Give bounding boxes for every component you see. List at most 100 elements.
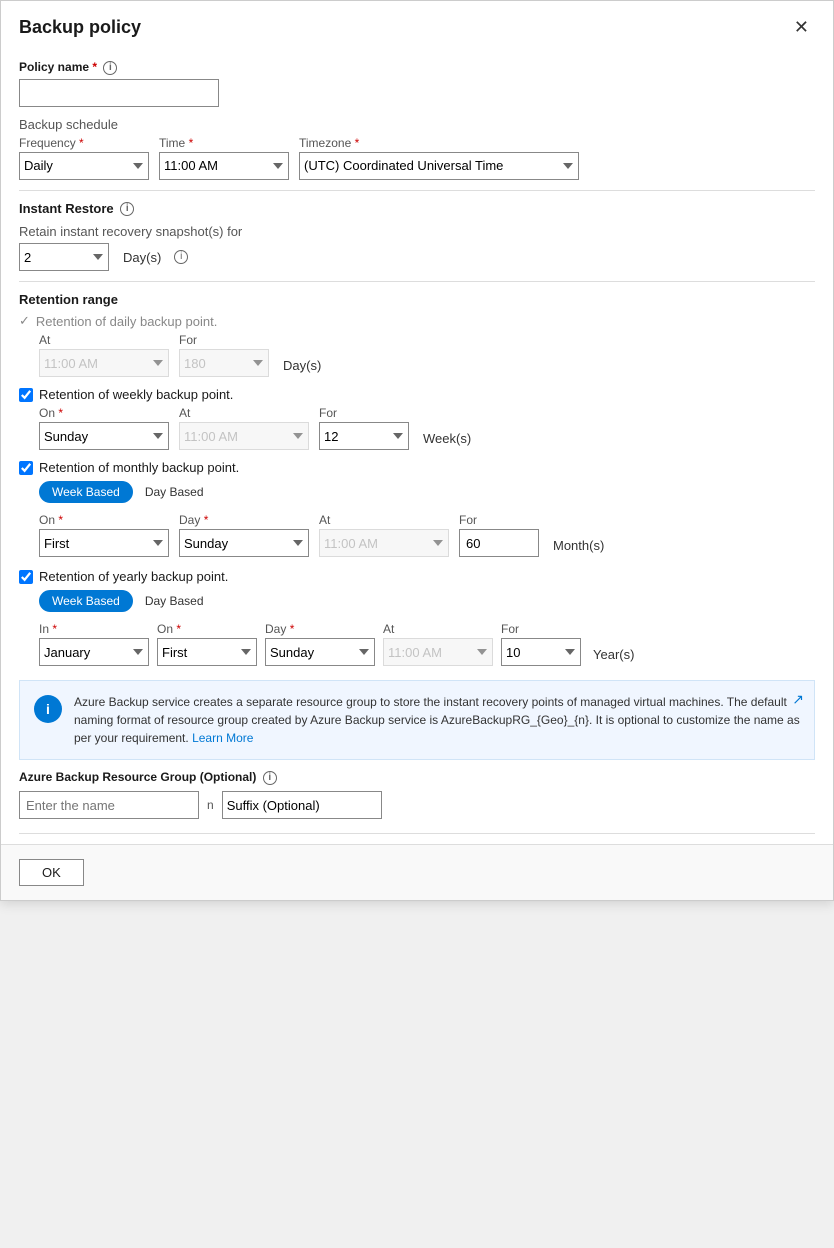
- yearly-at-label: At: [383, 622, 493, 636]
- monthly-on-select[interactable]: FirstSecondThirdFourthLast: [39, 529, 169, 557]
- frequency-label: Frequency *: [19, 136, 149, 150]
- resource-group-section: Azure Backup Resource Group (Optional) i…: [19, 770, 815, 819]
- monthly-toggle-group: Week Based Day Based: [39, 481, 815, 503]
- daily-at-select: 11:00 AM: [39, 349, 169, 377]
- monthly-for-input[interactable]: [459, 529, 539, 557]
- weekly-at-label: At: [179, 406, 309, 420]
- dialog-header: Backup policy ✕: [1, 1, 833, 50]
- yearly-for-label: For: [501, 622, 581, 636]
- weekly-on-select[interactable]: SundayMondayTuesdayWednesdayThursdayFrid…: [39, 422, 169, 450]
- monthly-week-based-btn[interactable]: Week Based: [39, 481, 133, 503]
- weekly-on-field: On * SundayMondayTuesdayWednesdayThursda…: [39, 406, 169, 450]
- policy-name-section: Policy name * i: [19, 60, 815, 107]
- yearly-checkbox[interactable]: [19, 570, 33, 584]
- instant-restore-section: Instant Restore i Retain instant recover…: [19, 201, 815, 272]
- backup-schedule-label: Backup schedule: [19, 117, 815, 132]
- snapshot-days-unit: Day(s): [123, 250, 161, 265]
- monthly-at-field: At 11:00 AM: [319, 513, 449, 557]
- monthly-for-field: For: [459, 513, 539, 557]
- monthly-on-field: On * FirstSecondThirdFourthLast: [39, 513, 169, 557]
- time-select[interactable]: 11:00 AM 12:00 PM: [159, 152, 289, 180]
- retention-range-title: Retention range: [19, 292, 815, 307]
- snapshot-days-info-icon[interactable]: i: [174, 250, 188, 264]
- weekly-check-row: Retention of weekly backup point.: [19, 387, 815, 402]
- monthly-fields-row: On * FirstSecondThirdFourthLast Day * Su…: [39, 513, 815, 557]
- monthly-checkbox[interactable]: [19, 461, 33, 475]
- divider-footer-top: [19, 833, 815, 834]
- backup-schedule-section: Backup schedule Frequency * Daily Weekly…: [19, 117, 815, 180]
- frequency-select[interactable]: Daily Weekly: [19, 152, 149, 180]
- yearly-check-label: Retention of yearly backup point.: [39, 569, 228, 584]
- weekly-on-label: On *: [39, 406, 169, 420]
- weekly-fields-row: On * SundayMondayTuesdayWednesdayThursda…: [39, 406, 815, 450]
- learn-more-link[interactable]: Learn More: [192, 731, 253, 745]
- close-button[interactable]: ✕: [788, 15, 815, 40]
- weekly-at-field: At 11:00 AM: [179, 406, 309, 450]
- retain-snapshot-label: Retain instant recovery snapshot(s) for: [19, 224, 815, 239]
- policy-name-label: Policy name * i: [19, 60, 815, 75]
- yearly-on-select[interactable]: FirstSecondThirdFourthLast: [157, 638, 257, 666]
- retention-range-section: Retention range ✓ Retention of daily bac…: [19, 292, 815, 666]
- yearly-week-based-btn[interactable]: Week Based: [39, 590, 133, 612]
- external-link-icon[interactable]: ↗: [792, 691, 804, 708]
- yearly-unit: Year(s): [593, 647, 634, 666]
- monthly-day-select[interactable]: SundayMondayTuesdayWednesdayThursdayFrid…: [179, 529, 309, 557]
- required-star: *: [92, 60, 97, 74]
- timezone-select[interactable]: (UTC) Coordinated Universal Time (UTC+01…: [299, 152, 579, 180]
- dialog-footer: OK: [1, 844, 833, 900]
- yearly-toggle-group: Week Based Day Based: [39, 590, 815, 612]
- weekly-checkbox[interactable]: [19, 388, 33, 402]
- dialog-body: Policy name * i Backup schedule Frequenc…: [1, 50, 833, 844]
- monthly-day-label: Day *: [179, 513, 309, 527]
- yearly-on-label: On *: [157, 622, 257, 636]
- info-box: i Azure Backup service creates a separat…: [19, 680, 815, 760]
- daily-for-field: For 180: [179, 333, 269, 377]
- policy-name-info-icon[interactable]: i: [103, 61, 117, 75]
- yearly-for-select[interactable]: 1051520: [501, 638, 581, 666]
- weekly-check-label: Retention of weekly backup point.: [39, 387, 233, 402]
- instant-restore-info-icon[interactable]: i: [120, 202, 134, 216]
- info-box-icon: i: [34, 695, 62, 723]
- timezone-label: Timezone *: [299, 136, 579, 150]
- snapshot-days-select[interactable]: 21345: [19, 243, 109, 271]
- yearly-in-field: In * JanuaryFebruaryMarchAprilMayJuneJul…: [39, 622, 149, 666]
- yearly-day-select[interactable]: SundayMondayTuesdayWednesdayThursdayFrid…: [265, 638, 375, 666]
- yearly-in-select[interactable]: JanuaryFebruaryMarchAprilMayJuneJulyAugu…: [39, 638, 149, 666]
- resource-group-info-icon[interactable]: i: [263, 771, 277, 785]
- divider-instant-restore: [19, 190, 815, 191]
- yearly-day-field: Day * SundayMondayTuesdayWednesdayThursd…: [265, 622, 375, 666]
- suffix-select[interactable]: Suffix (Optional): [222, 791, 382, 819]
- monthly-on-label: On *: [39, 513, 169, 527]
- resource-group-label: Azure Backup Resource Group (Optional) i: [19, 770, 815, 785]
- yearly-check-row: Retention of yearly backup point.: [19, 569, 815, 584]
- daily-for-select: 180: [179, 349, 269, 377]
- yearly-in-label: In *: [39, 622, 149, 636]
- resource-group-row: n Suffix (Optional): [19, 791, 815, 819]
- time-field: Time * 11:00 AM 12:00 PM: [159, 136, 289, 180]
- weekly-at-select: 11:00 AM: [179, 422, 309, 450]
- daily-check-label: Retention of daily backup point.: [36, 314, 217, 329]
- monthly-at-select: 11:00 AM: [319, 529, 449, 557]
- daily-at-label: At: [39, 333, 169, 347]
- yearly-day-label: Day *: [265, 622, 375, 636]
- monthly-unit: Month(s): [553, 538, 604, 557]
- ok-button[interactable]: OK: [19, 859, 84, 886]
- frequency-field: Frequency * Daily Weekly: [19, 136, 149, 180]
- timezone-field: Timezone * (UTC) Coordinated Universal T…: [299, 136, 579, 180]
- monthly-day-based-btn[interactable]: Day Based: [133, 482, 216, 502]
- monthly-at-label: At: [319, 513, 449, 527]
- retain-snapshot-row: 21345 Day(s) i: [19, 243, 815, 271]
- weekly-for-label: For: [319, 406, 409, 420]
- info-box-text: Azure Backup service creates a separate …: [74, 693, 800, 747]
- monthly-check-row: Retention of monthly backup point.: [19, 460, 815, 475]
- yearly-on-field: On * FirstSecondThirdFourthLast: [157, 622, 257, 666]
- yearly-for-field: For 1051520: [501, 622, 581, 666]
- divider-retention-range: [19, 281, 815, 282]
- yearly-day-based-btn[interactable]: Day Based: [133, 591, 216, 611]
- monthly-day-field: Day * SundayMondayTuesdayWednesdayThursd…: [179, 513, 309, 557]
- policy-name-input[interactable]: [19, 79, 219, 107]
- resource-group-name-input[interactable]: [19, 791, 199, 819]
- weekly-for-select[interactable]: 12481620: [319, 422, 409, 450]
- weekly-for-field: For 12481620: [319, 406, 409, 450]
- daily-fields-row: At 11:00 AM For 180 Day(s): [39, 333, 815, 377]
